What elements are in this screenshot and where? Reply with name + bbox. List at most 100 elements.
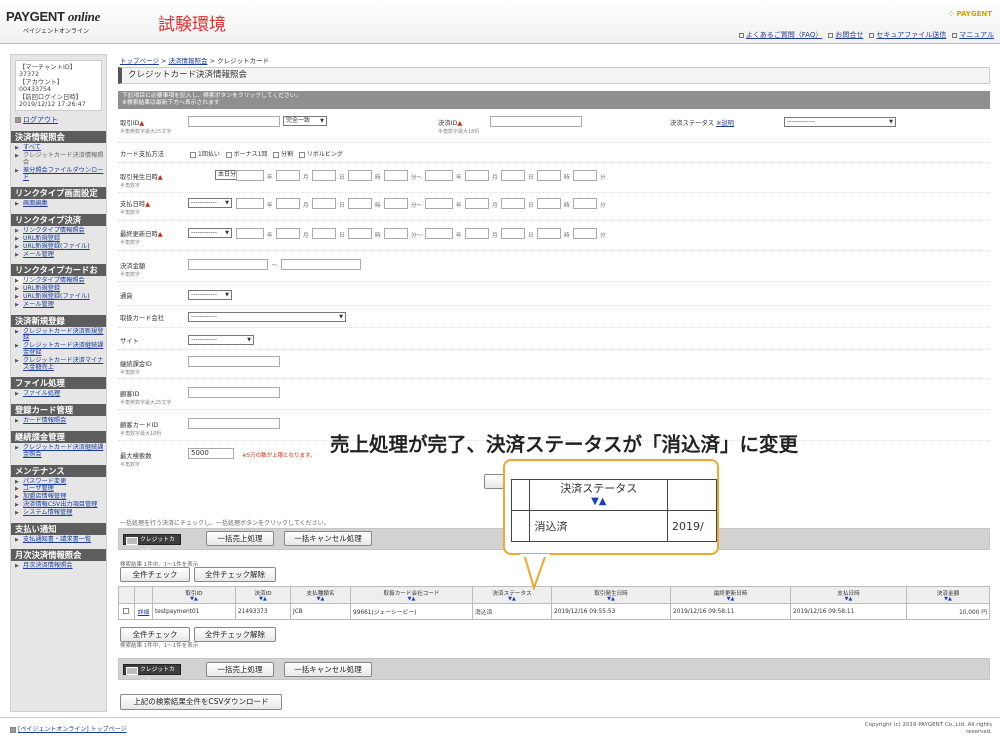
sidebar-item-all[interactable]: すべて [23, 144, 41, 152]
sidebar-item[interactable]: クレジットカード決済継続課金照会 [23, 444, 103, 458]
status-help-link[interactable]: ※説明 [716, 120, 734, 127]
date-part-input[interactable] [276, 228, 300, 239]
header-amount[interactable]: 決済金額 ▼▲ [906, 586, 990, 604]
date-part-input[interactable] [312, 170, 336, 181]
paid-date-mode-select[interactable]: ------------ [188, 198, 232, 208]
batch-sales-button-bottom[interactable]: 一括売上処理 [206, 662, 274, 677]
secure-file-link[interactable]: セキュアファイル送信 [876, 31, 946, 39]
cust-card-input[interactable] [188, 418, 280, 429]
date-part-input[interactable] [276, 170, 300, 181]
sidebar-item[interactable]: 加盟店情報管理 [23, 493, 66, 500]
date-part-input[interactable] [312, 228, 336, 239]
sort-arrows-icon[interactable]: ▼▲ [238, 596, 288, 602]
sidebar-item[interactable]: クレジットカード決済継続課金登録 [23, 342, 103, 356]
upd-date-mode-select[interactable]: ------------ [188, 228, 232, 238]
sort-arrows-icon[interactable]: ▼▲ [353, 596, 470, 602]
date-part-input[interactable] [501, 170, 525, 181]
search-button[interactable] [484, 474, 504, 489]
date-part-input[interactable] [236, 228, 264, 239]
date-part-input[interactable] [312, 198, 336, 209]
sidebar-item[interactable]: URL新規登録 [23, 285, 60, 292]
cust-id-input[interactable] [188, 387, 280, 398]
sort-arrows-icon[interactable]: ▼▲ [673, 596, 788, 602]
date-part-input[interactable] [537, 198, 561, 209]
header-card-co[interactable]: 取扱カード会社コード ▼▲ [350, 586, 473, 604]
date-part-input[interactable] [501, 228, 525, 239]
date-part-input[interactable] [537, 228, 561, 239]
sidebar-item-screen-edit[interactable]: 画面編集 [23, 200, 48, 208]
txn-id-input[interactable] [188, 116, 280, 127]
sidebar-item[interactable]: URL新規登録 [23, 235, 60, 242]
sidebar-item[interactable]: リンクタイプ情報照会 [23, 277, 85, 285]
date-part-input[interactable] [425, 228, 453, 239]
date-part-input[interactable] [501, 198, 525, 209]
header-pay-id[interactable]: 決済ID ▼▲ [235, 586, 291, 604]
site-select[interactable]: ------------ [188, 335, 254, 345]
max-input[interactable]: 5000 [188, 448, 234, 459]
cont-id-input[interactable] [188, 356, 280, 367]
checkbox[interactable] [225, 151, 232, 158]
manual-link[interactable]: マニュアル [959, 31, 994, 39]
header-txn-id[interactable]: 取引ID ▼▲ [152, 586, 236, 604]
sort-arrows-icon[interactable]: ▼▲ [909, 596, 987, 602]
date-part-input[interactable] [537, 170, 561, 181]
detail-link[interactable]: 詳細 [138, 610, 150, 616]
sort-arrows-icon[interactable]: ▼▲ [793, 596, 904, 602]
sidebar-item[interactable]: クレジットカード決済マイナス金額売上 [23, 357, 103, 371]
status-select[interactable]: ------------- [784, 117, 896, 127]
sidebar-item[interactable]: パスワード変更 [23, 478, 66, 485]
pay-id-input[interactable] [490, 116, 582, 127]
date-part-input[interactable] [236, 170, 264, 181]
date-part-input[interactable] [465, 198, 489, 209]
date-part-input[interactable] [573, 170, 597, 181]
checkbox[interactable] [190, 151, 196, 158]
sidebar-item[interactable]: 月次決済情報照会 [23, 562, 73, 569]
paygent-logo[interactable]: PAYGENT online ペイジェントオンライン [6, 9, 106, 35]
contact-link[interactable]: お問合せ [835, 31, 863, 39]
sidebar-item-diff-download[interactable]: 差分照会ファイルダウンロード [23, 167, 103, 181]
row-checkbox[interactable] [122, 608, 129, 615]
date-part-input[interactable] [384, 228, 408, 239]
header-created[interactable]: 取引発生日時 ▼▲ [551, 586, 671, 604]
faq-link[interactable]: よくあるご質問（FAQ） [746, 31, 823, 39]
breadcrumb-home[interactable]: トップページ [120, 57, 159, 65]
date-part-input[interactable] [384, 170, 408, 181]
date-part-input[interactable] [425, 170, 453, 181]
sidebar-item[interactable]: カード情報照会 [23, 417, 66, 424]
sidebar-item[interactable]: ファイル処理 [23, 390, 60, 397]
logout-link[interactable]: ログアウト [23, 116, 58, 124]
sidebar-item[interactable]: メール管理 [23, 301, 54, 308]
uncheck-all-button[interactable]: 全件チェック解除 [194, 567, 276, 582]
uncheck-all-button-bottom[interactable]: 全件チェック解除 [194, 627, 276, 642]
currency-select[interactable]: ------------ [188, 290, 232, 300]
date-part-input[interactable] [384, 198, 408, 209]
date-part-input[interactable] [276, 198, 300, 209]
sidebar-item[interactable]: URL新規登録(ファイル) [23, 293, 90, 300]
sidebar-item[interactable]: システム情報管理 [23, 509, 72, 516]
sidebar-item[interactable]: クレジットカード決済新規登録 [23, 328, 103, 342]
sidebar-item[interactable]: リンクタイプ情報照会 [23, 227, 85, 234]
sort-arrows-icon[interactable]: ▼▲ [155, 596, 233, 602]
sidebar-item-credit-inquiry[interactable]: クレジットカード決済情報照会 [15, 152, 104, 167]
sidebar-item[interactable]: 支払通知書・請求書一覧 [23, 536, 91, 543]
date-part-input[interactable] [348, 198, 372, 209]
amount-min-input[interactable] [188, 259, 268, 270]
sidebar-item[interactable]: URL新規登録(ファイル) [23, 243, 90, 250]
csv-download-button[interactable]: 上記の検索結果全件をCSVダウンロード [120, 694, 282, 710]
date-part-input[interactable] [465, 170, 489, 181]
match-mode-select[interactable]: 完全一致 [283, 116, 327, 126]
date-part-input[interactable] [573, 228, 597, 239]
sort-arrows-icon[interactable]: ▼▲ [475, 596, 549, 602]
batch-cancel-button[interactable]: 一括キャンセル処理 [284, 531, 372, 546]
checkbox[interactable] [298, 151, 305, 158]
footer-home-link[interactable]: [ペイジェントオンライン] トップページ [18, 726, 126, 733]
amount-max-input[interactable] [281, 259, 361, 270]
checkbox[interactable] [273, 151, 280, 158]
check-all-button[interactable]: 全件チェック [120, 567, 190, 582]
sort-arrows-icon[interactable]: ▼▲ [554, 596, 668, 602]
header-updated[interactable]: 最終更新日時 ▼▲ [670, 586, 791, 604]
check-all-button-bottom[interactable]: 全件チェック [120, 627, 190, 642]
date-part-input[interactable] [348, 170, 372, 181]
batch-sales-button[interactable]: 一括売上処理 [206, 531, 274, 546]
date-part-input[interactable] [573, 198, 597, 209]
